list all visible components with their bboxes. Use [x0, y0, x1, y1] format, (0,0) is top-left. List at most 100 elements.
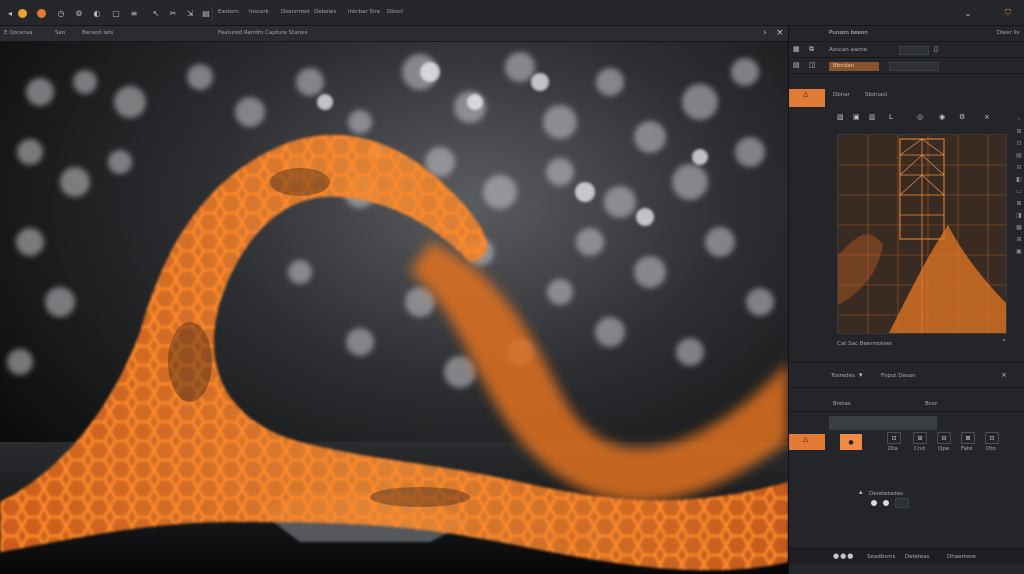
strip-icon-6[interactable]: ◧	[1014, 176, 1024, 188]
toggle-dot-1[interactable]	[871, 500, 877, 506]
cloud-icon[interactable]: ◐	[91, 7, 103, 19]
list-dot-2: ·	[899, 420, 901, 426]
panel-top-right[interactable]: Dleer lis	[997, 30, 1019, 36]
strip-icon-4[interactable]: ▤	[1014, 152, 1024, 164]
panel-row-2-label: Aoscan aacne	[829, 47, 868, 53]
link-icon[interactable]: ⇲	[184, 7, 196, 19]
render-image	[0, 42, 788, 574]
viewport-tab-a[interactable]: Seo	[55, 30, 65, 36]
selected-tool-button[interactable]: ●	[840, 434, 862, 450]
strip-icon-12[interactable]: ▣	[1014, 248, 1024, 260]
filter-icon[interactable]: ▤	[200, 7, 212, 19]
tool-button-5[interactable]: ⊡	[985, 432, 999, 444]
props-right-label: Foput Desan	[881, 373, 916, 379]
brush-icon[interactable]: ▧	[837, 113, 844, 121]
list-dot-1: ·	[849, 420, 851, 426]
chevron-down-icon[interactable]: ⌄	[962, 7, 974, 19]
strip-icon-7[interactable]: ▭	[1014, 188, 1024, 200]
tool-button-1[interactable]: ⊡	[887, 432, 901, 444]
tab-letter[interactable]: L	[889, 113, 893, 121]
bottom-item-3[interactable]: Dhaemere	[947, 554, 976, 560]
clock-icon[interactable]: ◷	[55, 7, 67, 19]
lock-icon[interactable]: ◎	[917, 113, 923, 121]
arrow-icon[interactable]: ↖	[150, 7, 162, 19]
panel-row-3-label[interactable]: Bbndan	[833, 63, 854, 69]
grid-icon[interactable]: ▦	[793, 45, 800, 53]
strip-icon-5[interactable]: ⊟	[1014, 164, 1024, 176]
lower-label: Deretetadas	[869, 491, 903, 497]
user-icon[interactable]	[18, 9, 27, 18]
panel-row-3: ▤ ◫ Bbndan	[789, 58, 1024, 74]
dropdown-icon[interactable]: ▾	[859, 371, 863, 379]
close-icon[interactable]: ×	[776, 28, 784, 38]
menu-item-4[interactable]: Debeles	[314, 9, 336, 15]
strip-icon-3[interactable]: ⊡	[1014, 140, 1024, 152]
menu-item-2[interactable]: Inscerk	[249, 9, 269, 15]
strip-icon-2[interactable]: ⊞	[1014, 128, 1024, 140]
gear-icon[interactable]: ⚙	[73, 7, 85, 19]
scissors-icon[interactable]: ✂	[167, 7, 179, 19]
preview-toolstrip: ▧ ▣ ▥ L ◎ ◉ ⚙ ×	[789, 111, 1024, 125]
stamp-icon[interactable]: ▣	[853, 113, 860, 121]
panel-row-3-field[interactable]	[889, 62, 939, 71]
list-selector[interactable]	[829, 416, 937, 430]
viewport-tab-bar: E Qoceraa Seo Beraod lats Featured Rendm…	[0, 26, 788, 42]
panel-header: Punson beeon Dleer lis	[789, 26, 1024, 42]
menu-icon[interactable]: ≡	[128, 7, 140, 19]
back-arrow-icon[interactable]: ◂	[4, 7, 16, 19]
close-preview-icon[interactable]: ×	[984, 113, 990, 121]
tool-label-2: Cnd	[914, 446, 925, 452]
camera-icon[interactable]: ◫	[809, 61, 816, 69]
chevron-right-icon[interactable]: ›	[763, 28, 767, 38]
props-close-icon[interactable]: ×	[1001, 371, 1007, 379]
toolbar-divider	[212, 6, 213, 20]
strip-icon-1[interactable]: ›	[1014, 116, 1024, 128]
list-head-label: Bretas	[833, 401, 851, 407]
layers-icon[interactable]: ▤	[793, 61, 800, 69]
circle-icon[interactable]	[37, 9, 46, 18]
top-toolbar: ◂ ◷ ⚙ ◐ ▢ ≡ ↖ ✂ ⇲ ▤ Eastern Inscerk Dsan…	[0, 0, 1024, 26]
panel-title: Punson beeon	[829, 30, 868, 36]
menu-item-6[interactable]: Dboct	[387, 9, 403, 15]
side-icon-strip: › ⊞ ⊡ ▤ ⊟ ◧ ▭ ⊠ ◨ ▦ ⊞ ▣	[1014, 116, 1024, 366]
tool-label-5: Dto	[986, 446, 996, 452]
toggle-icon[interactable]: ▯	[934, 45, 938, 53]
properties-panel: Punson beeon Dleer lis ▦ ⧉ Aoscan aacne …	[788, 26, 1024, 574]
copy-icon[interactable]: ⧉	[809, 45, 814, 54]
list-head-right-label: Bcor	[925, 401, 938, 407]
strip-icon-10[interactable]: ▦	[1014, 224, 1024, 236]
menu-item-1[interactable]: Eastern	[218, 9, 239, 15]
tool-label-1: Dta	[888, 446, 898, 452]
bookmark-icon[interactable]: ▥	[869, 113, 876, 121]
settings-icon[interactable]: ⚙	[959, 113, 965, 121]
render-viewport[interactable]	[0, 42, 788, 574]
bottom-item-2[interactable]: Deteleas	[905, 554, 929, 560]
triangle-icon[interactable]: ▴	[859, 488, 863, 496]
menu-item-5[interactable]: Inkrbar Sire	[348, 9, 380, 15]
shield-icon[interactable]: ⛉	[1002, 7, 1014, 19]
strip-icon-8[interactable]: ⊠	[1014, 200, 1024, 212]
toggle-field[interactable]	[895, 498, 909, 508]
menu-item-3[interactable]: Dsannrred	[281, 9, 310, 15]
panel-row-2-field[interactable]	[899, 46, 929, 55]
strip-icon-11[interactable]: ⊞	[1014, 236, 1024, 248]
viewport-tab-b[interactable]: Beraod lats	[82, 30, 113, 36]
tool-button-3[interactable]: ⊟	[937, 432, 951, 444]
alert-icon: △	[803, 435, 809, 443]
panel-row-2: ▦ ⧉ Aoscan aacne ▯	[789, 42, 1024, 58]
square-icon[interactable]: ▢	[110, 7, 122, 19]
tool-button-2[interactable]: ⊞	[913, 432, 927, 444]
warning-icon: △	[803, 90, 809, 98]
bottom-item-1[interactable]: Seadbsms	[867, 554, 895, 560]
tool-label-4: Fate	[961, 446, 973, 452]
expand-icon[interactable]: ⌃	[1001, 338, 1007, 346]
viewport-left-label[interactable]: E Qoceraa	[4, 30, 32, 36]
section-label: Dbnar	[833, 92, 850, 98]
eye-icon[interactable]: ◉	[939, 113, 945, 121]
toggle-dot-2[interactable]	[883, 500, 889, 506]
viewport-title: Featured Rendm Capture Stanes	[218, 30, 308, 36]
strip-icon-9[interactable]: ◨	[1014, 212, 1024, 224]
preview-thumbnail[interactable]	[837, 134, 1007, 334]
tool-button-4[interactable]: ⊠	[961, 432, 975, 444]
more-icon[interactable]: ●●●	[833, 552, 854, 560]
